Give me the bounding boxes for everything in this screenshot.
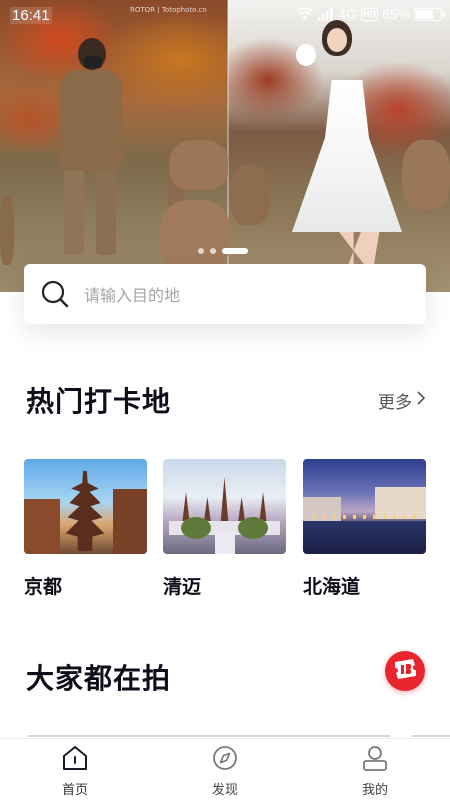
ticket-icon[interactable] <box>392 658 418 684</box>
hokkaido-canal-photo[interactable] <box>303 459 426 554</box>
signal-icon <box>318 7 334 21</box>
temple-walkway <box>215 531 235 554</box>
chiangmai-temple-photo[interactable] <box>163 459 286 554</box>
tree <box>238 517 268 539</box>
search-icon[interactable] <box>40 279 70 309</box>
chevron-right-icon[interactable] <box>416 390 426 411</box>
battery-fill <box>416 9 433 19</box>
destination-label[interactable]: 北海道 <box>303 572 426 599</box>
destination-search-box[interactable]: 请输入目的地 <box>24 264 426 324</box>
canal <box>303 521 426 554</box>
deer <box>160 200 230 270</box>
nav-mine[interactable]: 我的 <box>335 745 415 798</box>
deer <box>402 140 450 210</box>
destination-card-hokkaido[interactable]: 北海道 <box>303 459 426 599</box>
photographer-leg-right <box>96 165 116 255</box>
bride-face <box>327 28 347 52</box>
carousel-indicator[interactable] <box>198 248 248 254</box>
camera <box>84 56 102 68</box>
battery-icon <box>414 7 445 21</box>
ticket-fab-button[interactable] <box>385 651 425 691</box>
deer <box>0 195 14 265</box>
everyone-shooting-title: 大家都在拍 <box>26 662 172 695</box>
destination-card-kyoto[interactable]: 京都 <box>24 459 147 599</box>
carousel-dot[interactable] <box>210 248 216 254</box>
destination-card-chiangmai[interactable]: 清迈 <box>163 459 286 599</box>
status-time: 16:41 <box>10 6 52 24</box>
feed-card-preview <box>412 735 450 737</box>
more-link[interactable]: 更多 <box>378 388 426 413</box>
carousel-dot-active[interactable] <box>222 248 248 254</box>
deer <box>170 140 228 190</box>
kyoto-pagoda-photo[interactable] <box>24 459 147 554</box>
feed-card-preview <box>28 735 390 737</box>
kyoto-house <box>113 489 147 554</box>
nav-discover[interactable]: 发现 <box>185 745 265 798</box>
nav-discover-label[interactable]: 发现 <box>212 779 238 798</box>
hot-spots-title: 热门打卡地 <box>26 385 172 418</box>
hero-banner[interactable]: ROTOR | Totophoto.cn <box>0 0 450 292</box>
kyoto-house <box>24 499 60 554</box>
compass-icon[interactable] <box>211 745 239 775</box>
battery-percent: 65% <box>381 6 410 22</box>
canal-lights <box>313 515 417 519</box>
bottom-nav: 首页 发现 我的 <box>0 738 450 800</box>
pagoda <box>65 471 105 551</box>
destination-label[interactable]: 京都 <box>24 572 147 599</box>
nav-home[interactable]: 首页 <box>35 745 115 798</box>
photographer-leg-left <box>64 165 84 255</box>
deer <box>230 165 270 225</box>
carousel-dot[interactable] <box>198 248 204 254</box>
nav-mine-label[interactable]: 我的 <box>362 779 388 798</box>
tree <box>181 517 211 539</box>
photographer-body <box>60 70 122 170</box>
home-icon[interactable] <box>61 745 89 775</box>
profile-icon[interactable] <box>361 745 389 775</box>
wifi-icon <box>296 7 314 21</box>
status-indicators: 4G HD 65% <box>296 6 445 22</box>
status-bar: 16:41 4G HD 65% <box>0 0 450 30</box>
network-type: 4G <box>338 6 357 22</box>
bride-glove <box>296 44 316 66</box>
search-placeholder[interactable]: 请输入目的地 <box>84 282 180 306</box>
destination-label[interactable]: 清迈 <box>163 572 286 599</box>
more-label[interactable]: 更多 <box>378 388 412 413</box>
hd-badge: HD <box>360 7 378 21</box>
hot-spots-list: 京都 清迈 北海道 <box>24 459 426 604</box>
nav-home-label[interactable]: 首页 <box>62 779 88 798</box>
